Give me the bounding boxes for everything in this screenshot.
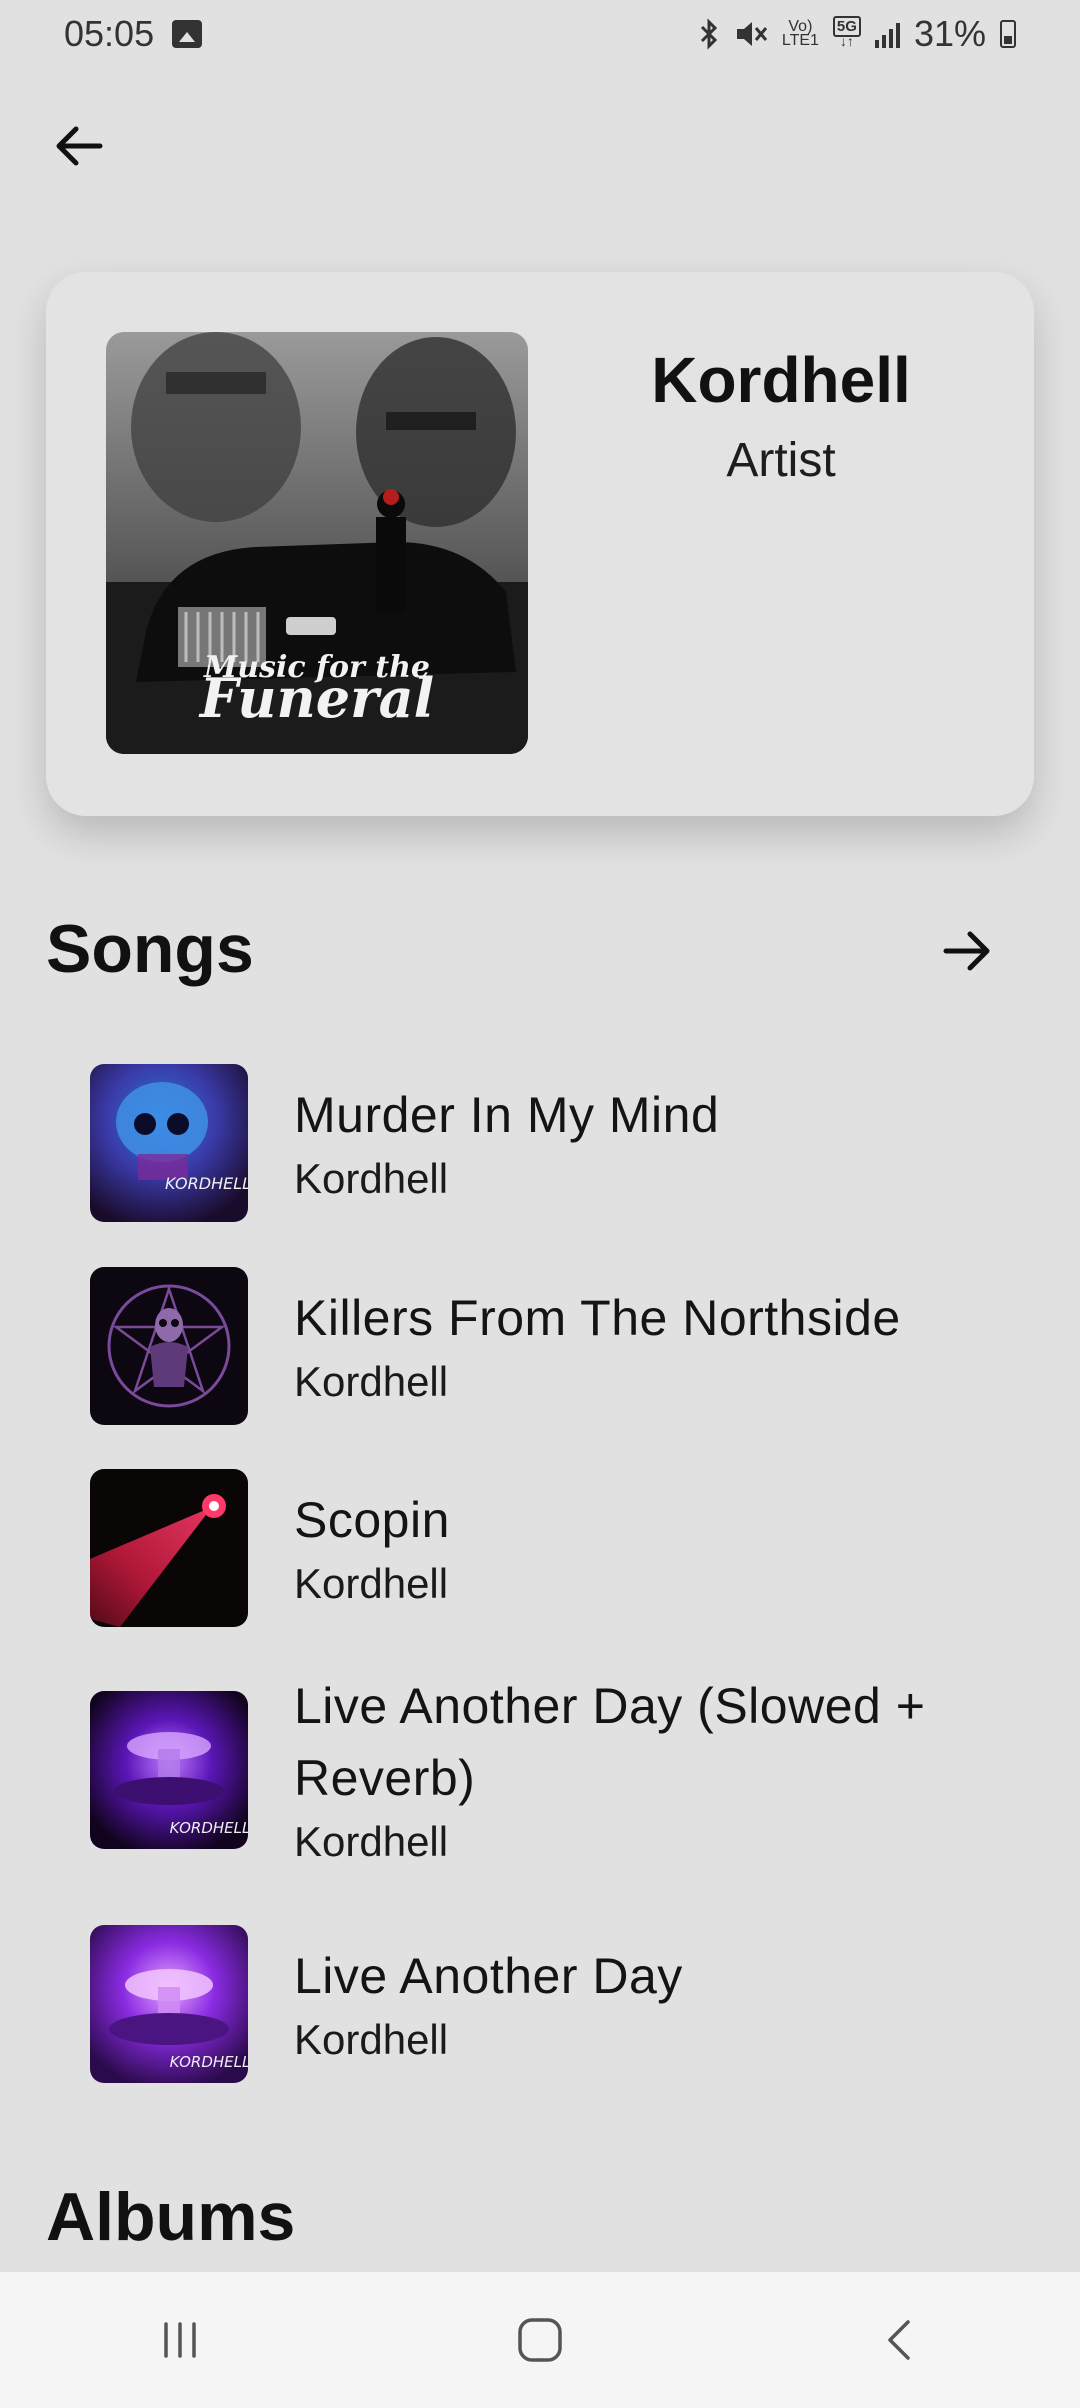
song-title: Scopin <box>294 1492 450 1548</box>
gallery-notification-icon <box>172 20 203 48</box>
song-artist: Kordhell <box>294 2016 449 2063</box>
nav-back-button[interactable] <box>860 2300 940 2380</box>
song-item[interactable]: Killers From The Northside Kordhell <box>90 1267 1030 1425</box>
nav-home-button[interactable] <box>500 2300 580 2380</box>
song-artist: Kordhell <box>294 1358 449 1405</box>
song-text: Killers From The Northside Kordhell <box>294 1282 901 1410</box>
song-thumbnail: KORDHELL <box>90 1064 248 1222</box>
song-art-label: KORDHELL <box>170 2053 248 2071</box>
song-title: Live Another Day <box>294 1948 683 2004</box>
home-icon <box>518 2318 562 2362</box>
albums-section-title: Albums <box>46 2179 296 2255</box>
back-arrow-icon[interactable] <box>50 116 110 176</box>
song-item[interactable]: Scopin Kordhell <box>90 1469 1030 1627</box>
artist-cover-art: Funeral Music for the <box>106 332 528 754</box>
mute-icon <box>736 22 768 46</box>
status-bar: 05:05 Vo) LTE1 5G ↓↑ 31% <box>0 0 1080 68</box>
song-thumbnail <box>90 1469 248 1627</box>
song-thumbnail: KORDHELL <box>90 1925 248 2083</box>
song-title: Live Another Day (Slowed + Reverb) <box>294 1678 926 1806</box>
song-thumbnail: KORDHELL <box>90 1691 248 1849</box>
song-title: Killers From The Northside <box>294 1290 901 1346</box>
song-text: Murder In My Mind Kordhell <box>294 1079 719 1207</box>
screen: 05:05 Vo) LTE1 5G ↓↑ 31% Funeral Music f… <box>0 0 1080 2408</box>
artist-name: Kordhell <box>651 344 911 416</box>
system-nav-bar <box>0 2272 1080 2408</box>
volte-indicator: Vo) LTE1 <box>781 19 819 49</box>
back-chevron-icon <box>888 2320 910 2360</box>
artist-meta: Kordhell Artist <box>528 342 1034 488</box>
battery-percent: 31% <box>913 13 986 54</box>
status-right: Vo) LTE1 5G ↓↑ 31% <box>698 13 1016 55</box>
song-thumbnail <box>90 1267 248 1425</box>
songs-section-title: Songs <box>46 911 254 987</box>
artist-card: Funeral Music for the Kordhell Artist <box>46 272 1034 816</box>
song-item[interactable]: KORDHELL Murder In My Mind Kordhell <box>90 1064 1030 1222</box>
battery-icon <box>1000 20 1016 48</box>
signal-icon <box>874 20 900 48</box>
song-artist: Kordhell <box>294 1155 449 1202</box>
recents-icon <box>164 2322 196 2358</box>
song-art-label: KORDHELL <box>170 1819 248 1837</box>
lte-label: LTE1 <box>781 32 819 49</box>
song-item[interactable]: KORDHELL Live Another Day (Slowed + Reve… <box>90 1670 1030 1870</box>
artist-role: Artist <box>726 433 836 487</box>
song-text: Scopin Kordhell <box>294 1484 450 1612</box>
song-title: Murder In My Mind <box>294 1087 720 1143</box>
song-text: Live Another Day (Slowed + Reverb) Kordh… <box>294 1670 1014 1870</box>
status-left: 05:05 <box>64 13 203 55</box>
song-item[interactable]: KORDHELL Live Another Day Kordhell <box>90 1925 1030 2083</box>
song-text: Live Another Day Kordhell <box>294 1940 683 2068</box>
network-indicator: 5G ↓↑ <box>832 15 861 49</box>
status-time: 05:05 <box>64 13 155 54</box>
bluetooth-icon <box>700 18 717 50</box>
song-artist: Kordhell <box>294 1560 449 1607</box>
song-art-label: KORDHELL <box>165 1174 248 1193</box>
songs-see-all-arrow-icon[interactable] <box>938 922 996 980</box>
song-artist: Kordhell <box>294 1818 449 1865</box>
svg-text:Music for the: Music for the <box>203 650 430 685</box>
nav-recents-button[interactable] <box>140 2300 220 2380</box>
